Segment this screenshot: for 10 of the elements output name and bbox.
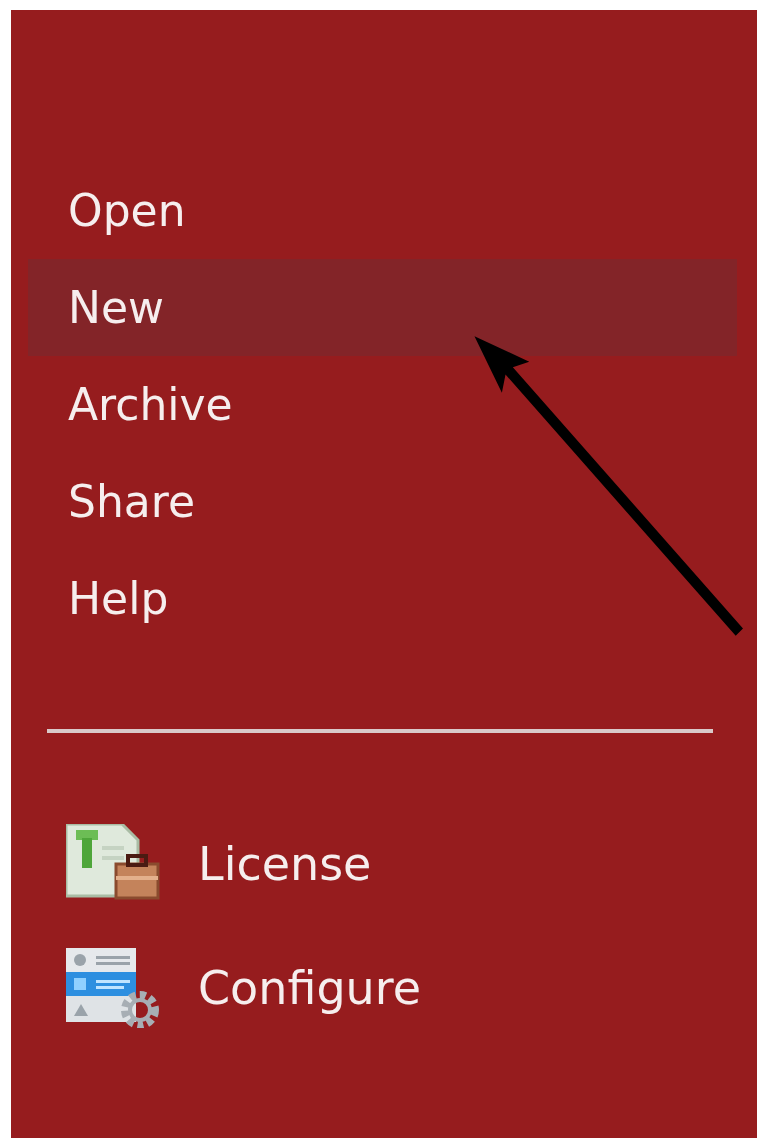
menu-item[interactable]: Open [28,162,737,259]
menu-item[interactable]: Archive [28,356,737,453]
menu-item[interactable]: Configure [66,947,737,1029]
menu-item-label: Configure [198,961,421,1015]
menu-item[interactable]: License [66,823,737,905]
menu-item[interactable]: Share [28,453,737,550]
menu-item[interactable]: Help [28,550,737,647]
settings-icon [66,948,162,1028]
menu-item-label: License [198,837,372,891]
menu-item[interactable]: New [28,259,737,356]
